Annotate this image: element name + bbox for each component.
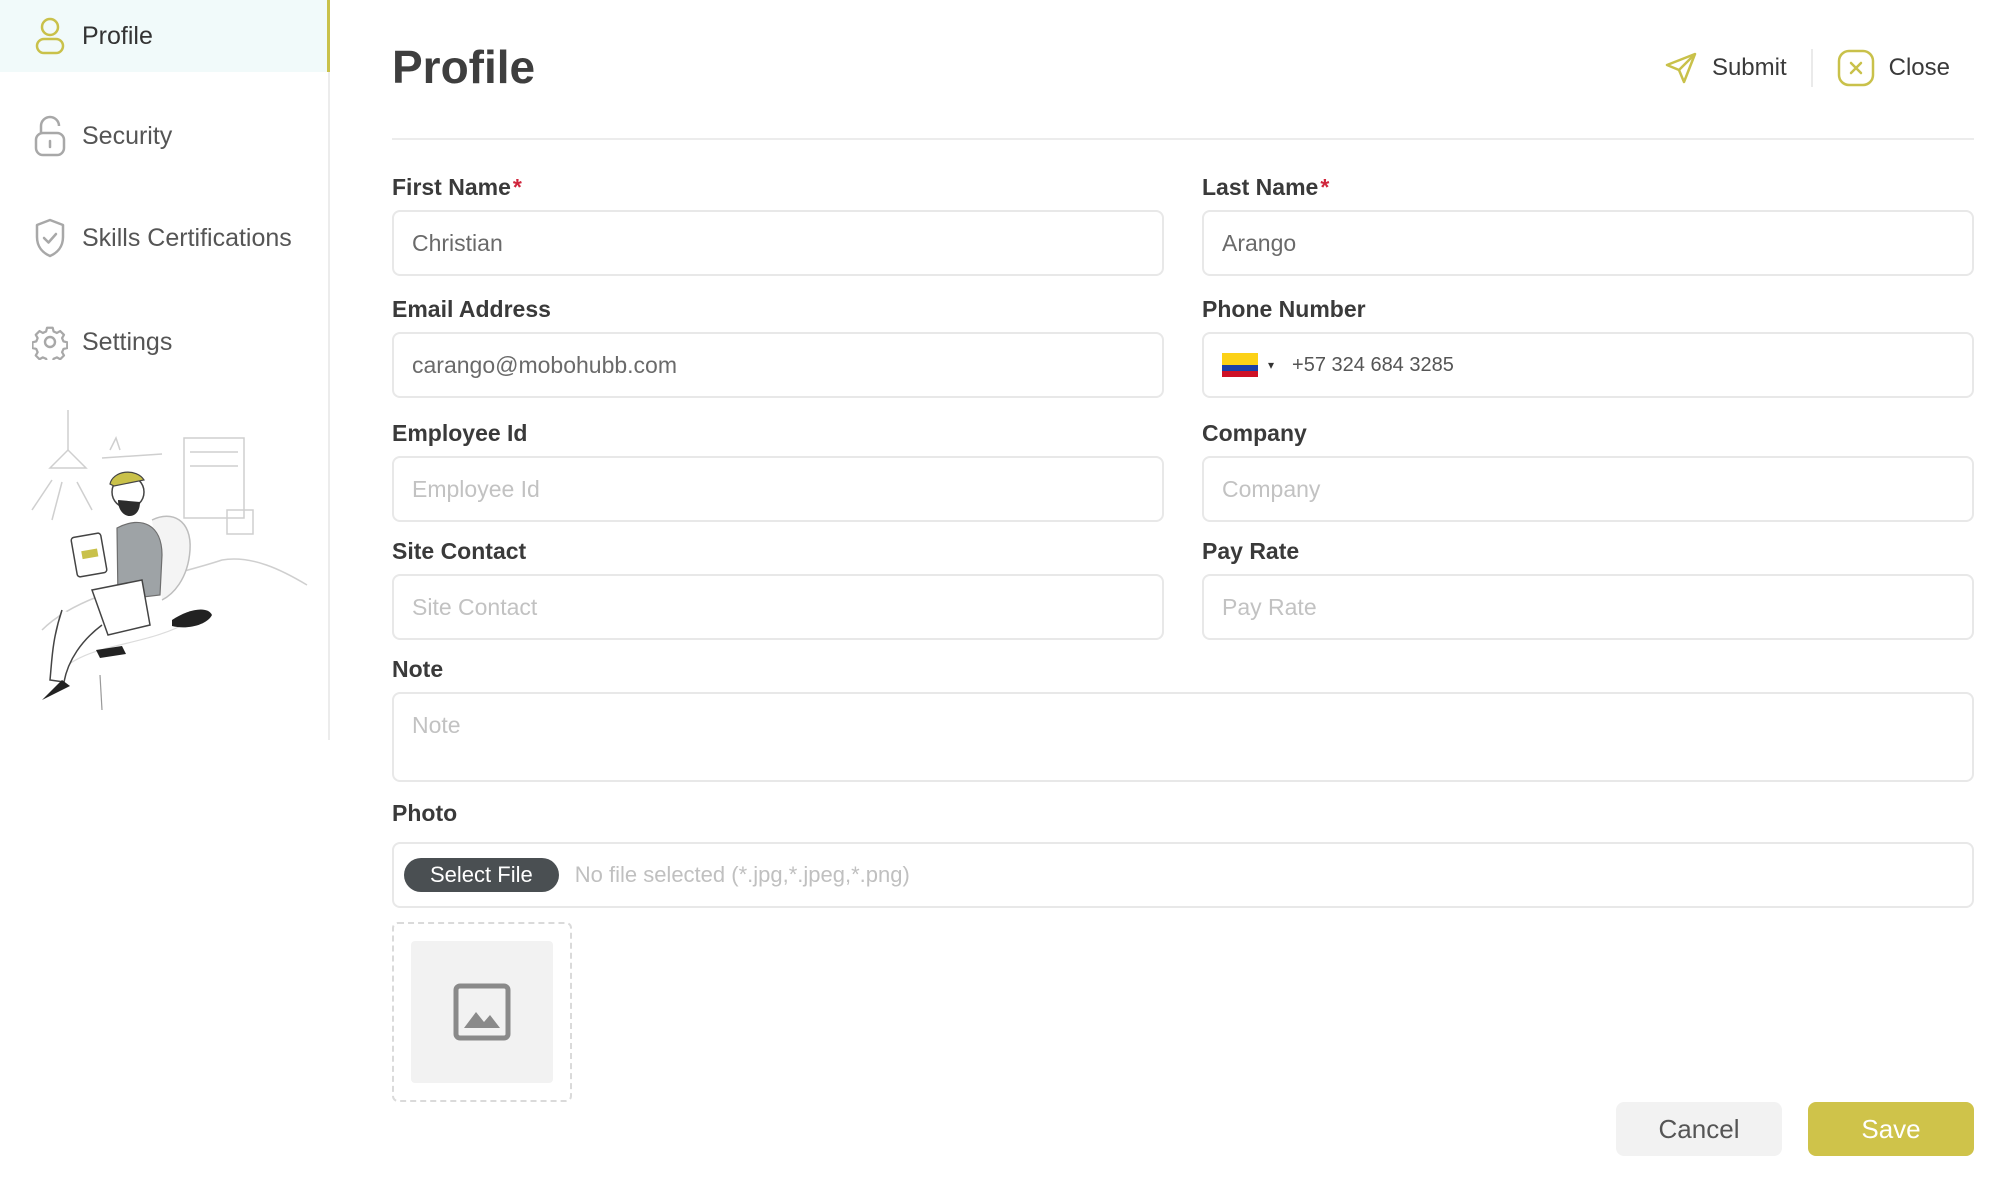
required-marker: * bbox=[512, 174, 522, 200]
chevron-down-icon[interactable]: ▾ bbox=[1268, 358, 1274, 372]
close-icon bbox=[1837, 49, 1875, 87]
email-input[interactable] bbox=[392, 332, 1164, 398]
sidebar-item-label: Settings bbox=[82, 327, 173, 356]
file-hint: No file selected (*.jpg,*.jpeg,*.png) bbox=[574, 862, 910, 887]
photo-label: Photo bbox=[392, 800, 458, 826]
first-name-label: First Name* bbox=[392, 174, 522, 200]
reading-person-illustration bbox=[22, 410, 312, 711]
note-textarea[interactable] bbox=[392, 692, 1974, 782]
sidebar-item-security[interactable]: Security bbox=[0, 100, 330, 172]
site-contact-input[interactable] bbox=[392, 574, 1164, 640]
phone-label: Phone Number bbox=[1202, 296, 1366, 322]
shield-check-icon bbox=[30, 218, 70, 258]
header-actions: Submit Close bbox=[1640, 44, 1974, 92]
lock-icon bbox=[30, 115, 70, 157]
phone-field: ▾ bbox=[1202, 332, 1974, 398]
first-name-input[interactable] bbox=[392, 210, 1164, 276]
user-icon bbox=[30, 16, 70, 56]
sidebar-item-settings[interactable]: Settings bbox=[0, 306, 330, 378]
submit-label: Submit bbox=[1711, 54, 1787, 81]
save-button[interactable]: Save bbox=[1808, 1102, 1974, 1156]
image-icon bbox=[453, 983, 511, 1041]
header-divider-line bbox=[392, 138, 1974, 140]
cancel-button[interactable]: Cancel bbox=[1616, 1102, 1782, 1156]
select-file-button[interactable]: Select File bbox=[404, 858, 559, 892]
colombia-flag-icon[interactable] bbox=[1222, 353, 1258, 377]
sidebar-item-skills-certifications[interactable]: Skills Certifications bbox=[0, 202, 330, 274]
sidebar-item-label: Profile bbox=[82, 21, 153, 50]
company-label: Company bbox=[1202, 420, 1307, 446]
required-marker: * bbox=[1320, 174, 1330, 200]
employee-id-label: Employee Id bbox=[392, 420, 528, 446]
sidebar: Profile Security Skills Certifications S… bbox=[0, 0, 330, 740]
pay-rate-input[interactable] bbox=[1202, 574, 1974, 640]
submit-button[interactable]: Submit bbox=[1640, 44, 1811, 92]
last-name-input[interactable] bbox=[1202, 210, 1974, 276]
sidebar-item-label: Skills Certifications bbox=[82, 223, 292, 252]
close-label: Close bbox=[1888, 54, 1950, 81]
note-label: Note bbox=[392, 656, 444, 682]
sidebar-item-profile[interactable]: Profile bbox=[0, 0, 330, 72]
sidebar-item-label: Security bbox=[82, 121, 173, 150]
site-contact-label: Site Contact bbox=[392, 538, 527, 564]
phone-input[interactable] bbox=[1292, 353, 1893, 377]
company-input[interactable] bbox=[1202, 456, 1974, 522]
send-icon bbox=[1664, 51, 1698, 85]
pay-rate-label: Pay Rate bbox=[1202, 538, 1300, 564]
photo-preview bbox=[392, 922, 572, 1102]
page-title: Profile bbox=[392, 41, 536, 93]
last-name-label: Last Name* bbox=[1202, 174, 1330, 200]
main-content: Profile Submit Close First Name* Last Na… bbox=[392, 0, 1974, 1188]
photo-placeholder bbox=[411, 941, 553, 1083]
close-button[interactable]: Close bbox=[1813, 44, 1974, 92]
photo-file-field: Select File No file selected (*.jpg,*.jp… bbox=[392, 842, 1974, 908]
gear-icon bbox=[30, 322, 70, 362]
email-label: Email Address bbox=[392, 296, 551, 322]
employee-id-input[interactable] bbox=[392, 456, 1164, 522]
